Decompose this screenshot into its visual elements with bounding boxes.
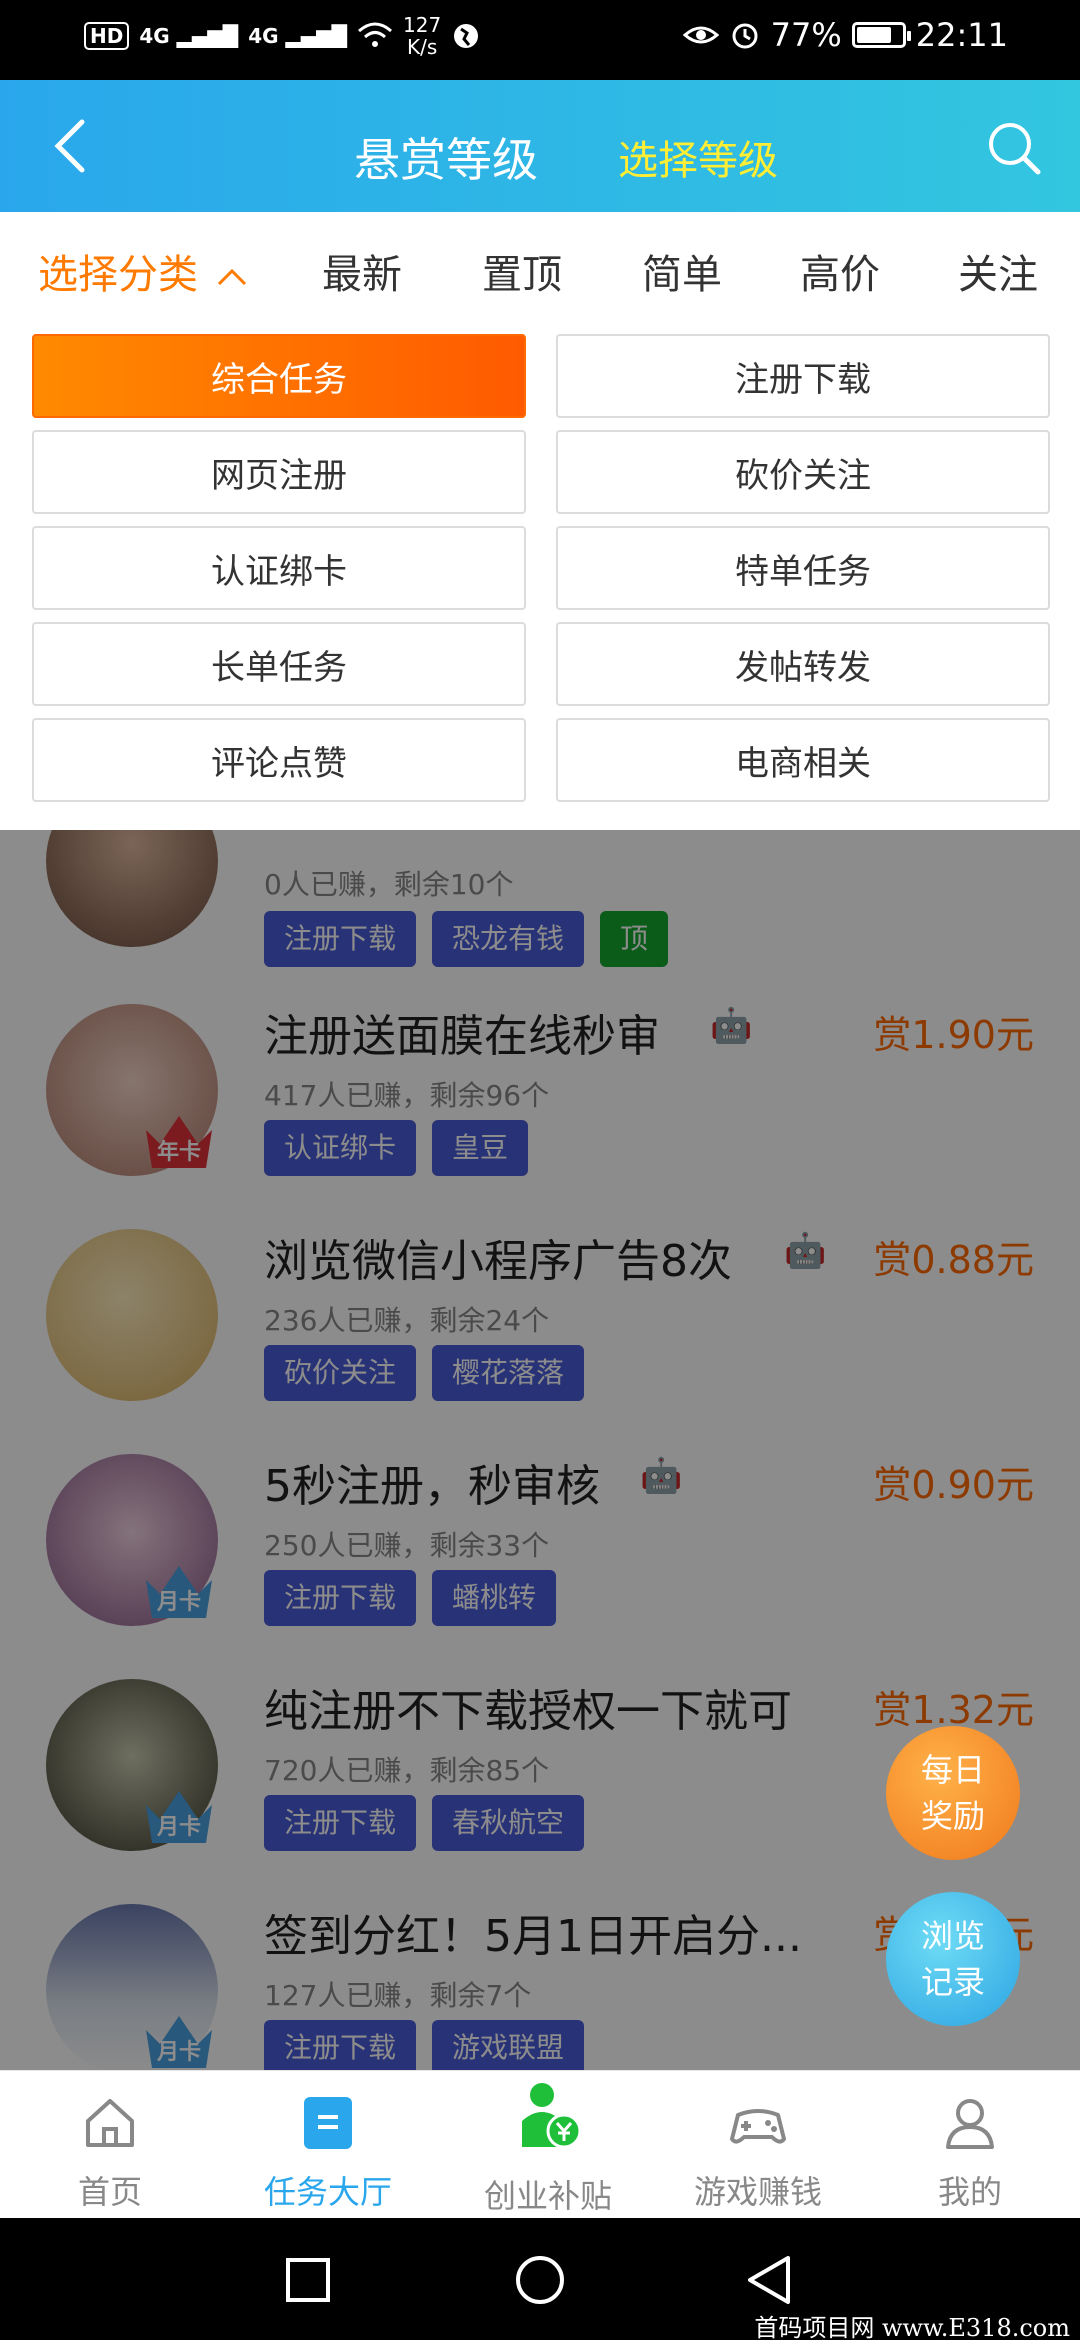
nav-label: 创业补贴	[483, 2177, 612, 2215]
tab-latest[interactable]: 最新	[322, 242, 402, 300]
speed-value: 127	[403, 13, 442, 37]
tab-follow[interactable]: 关注	[958, 242, 1038, 300]
network-label-2: 4G	[248, 24, 279, 48]
recent-apps-icon[interactable]	[284, 2256, 332, 2304]
subsidy-icon	[522, 2083, 582, 2149]
battery-icon	[851, 22, 911, 48]
category-dropdown: 综合任务 注册下载 网页注册 砍价关注 认证绑卡 特单任务 长单任务 发帖转发 …	[0, 322, 1080, 830]
nav-label: 任务大厅	[263, 2173, 392, 2211]
network-speed: 127 K/s	[403, 14, 441, 58]
task-hall-icon	[304, 2097, 352, 2149]
app-header: 悬赏等级 选择等级	[0, 80, 1080, 212]
nav-label: 游戏赚钱	[693, 2173, 822, 2211]
category-post-share[interactable]: 发帖转发	[556, 622, 1050, 706]
category-special[interactable]: 特单任务	[556, 526, 1050, 610]
nav-task-hall[interactable]: 任务大厅	[220, 2071, 436, 2219]
status-left: HD 4G ▂▄▆█ 4G ▂▄▆█ 127 K/s	[84, 14, 481, 58]
clock: 22:11	[915, 16, 1008, 54]
chevron-up-icon	[217, 268, 246, 286]
bottom-nav: 首页 任务大厅 创业补贴 游戏赚钱 我的	[0, 2070, 1080, 2218]
browse-history-button[interactable]: 浏览 记录	[886, 1892, 1020, 2026]
filter-bar: 选择分类 最新 置顶 简单 高价 关注	[0, 212, 1080, 322]
battery-percent: 77%	[770, 16, 842, 54]
history-line2: 记录	[920, 1963, 985, 2001]
page-title: 悬赏等级	[354, 133, 538, 187]
category-bargain-follow[interactable]: 砍价关注	[556, 430, 1050, 514]
category-ecommerce[interactable]: 电商相关	[556, 718, 1050, 802]
chevron-left-icon	[54, 119, 85, 173]
nav-label: 我的	[937, 2173, 1002, 2211]
category-comprehensive[interactable]: 综合任务	[32, 334, 526, 418]
watermark: 首码项目网 www.E318.com	[754, 2314, 1070, 2340]
network-label-1: 4G	[139, 24, 170, 48]
category-web-register[interactable]: 网页注册	[32, 430, 526, 514]
daily-line2: 奖励	[920, 1797, 985, 1835]
nav-mine[interactable]: 我的	[862, 2071, 1078, 2219]
tab-select-category[interactable]: 选择分类	[38, 242, 249, 300]
speed-unit: K/s	[406, 35, 438, 59]
hd-indicator: HD	[84, 22, 130, 50]
back-button[interactable]	[44, 116, 104, 176]
nav-game-earn[interactable]: 游戏赚钱	[650, 2071, 866, 2219]
app-screen: HD 4G ▂▄▆█ 4G ▂▄▆█ 127 K/s 77% 22:11 悬赏等…	[0, 0, 1080, 2340]
daily-reward-button[interactable]: 每日 奖励	[886, 1726, 1020, 1860]
nav-home[interactable]: 首页	[2, 2071, 218, 2219]
tab-pinned[interactable]: 置顶	[482, 242, 562, 300]
history-line1: 浏览	[920, 1917, 985, 1955]
gamepad-icon	[730, 2109, 786, 2144]
status-bar: HD 4G ▂▄▆█ 4G ▂▄▆█ 127 K/s 77% 22:11	[0, 0, 1080, 80]
nav-subsidy[interactable]: 创业补贴	[440, 2071, 656, 2219]
tab-label: 选择分类	[38, 252, 198, 298]
select-level-link[interactable]: 选择等级	[618, 128, 778, 186]
nav-label: 首页	[77, 2173, 142, 2211]
home-icon	[86, 2099, 134, 2147]
home-circle-icon[interactable]	[514, 2254, 566, 2306]
daily-line1: 每日	[920, 1751, 985, 1789]
back-triangle-icon[interactable]	[744, 2254, 794, 2306]
network-signal-1: 4G ▂▄▆█	[139, 24, 239, 48]
tab-high-price[interactable]: 高价	[800, 242, 880, 300]
profile-icon	[946, 2099, 994, 2149]
search-button[interactable]	[984, 118, 1044, 178]
eye-comfort-icon	[682, 26, 719, 44]
network-signal-2: 4G ▂▄▆█	[248, 24, 348, 48]
alarm-icon	[732, 23, 758, 49]
category-comment-like[interactable]: 评论点赞	[32, 718, 526, 802]
category-verify-card[interactable]: 认证绑卡	[32, 526, 526, 610]
category-long-task[interactable]: 长单任务	[32, 622, 526, 706]
status-right: 77% 22:11	[682, 16, 1008, 54]
tab-simple[interactable]: 简单	[642, 242, 722, 300]
dropdown-backdrop[interactable]	[0, 830, 1080, 2070]
wifi-icon	[358, 22, 393, 47]
battery-fill	[856, 27, 891, 43]
vpn-globe-icon	[454, 24, 479, 48]
category-register-download[interactable]: 注册下载	[556, 334, 1050, 418]
search-icon	[989, 123, 1041, 175]
